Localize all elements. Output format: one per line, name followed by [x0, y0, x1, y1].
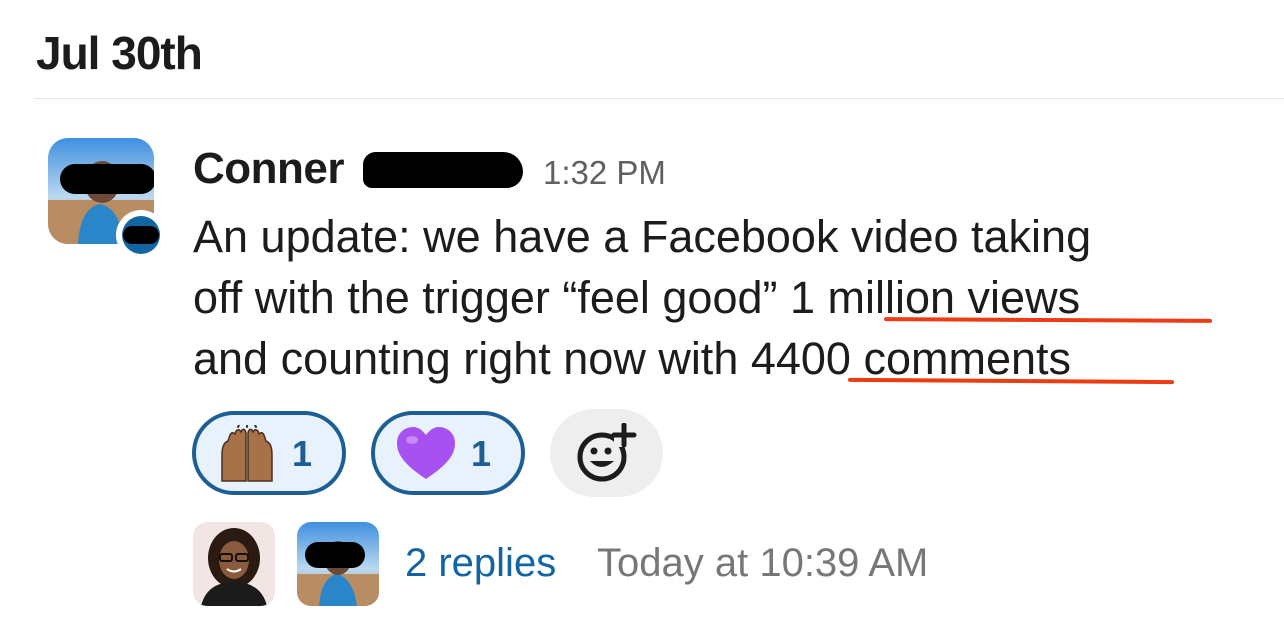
thread-last-reply-time: Today at 10:39 AM: [597, 541, 929, 585]
reaction-count: 1: [292, 433, 313, 474]
presence-dot: [122, 216, 160, 254]
reaction-count: 1: [471, 433, 492, 474]
date-divider-label[interactable]: Jul 30th: [36, 26, 203, 80]
raised-hands-icon: [221, 425, 273, 482]
add-reaction-button[interactable]: [550, 409, 663, 497]
message-view: Jul 30th Conner 1:32 PM An update: we ha…: [0, 0, 1284, 636]
thread-participant-avatar[interactable]: [297, 522, 379, 606]
thread-replies-link[interactable]: 2 replies: [405, 541, 556, 586]
message-line: An update: we have a Facebook video taki…: [193, 211, 1092, 262]
reaction-purple-heart[interactable]: 1: [371, 411, 525, 495]
purple-heart-icon: [397, 427, 455, 479]
add-reaction-icon: [577, 423, 637, 482]
presence-indicator: [116, 210, 166, 260]
message-text-segment: and counting right now with: [193, 333, 751, 384]
highlighted-comments-text: 4400 comments: [750, 333, 1072, 384]
thread-participant-avatar[interactable]: [193, 522, 275, 606]
message-text: An update: we have a Facebook video taki…: [193, 206, 1253, 389]
message-timestamp[interactable]: 1:32 PM: [543, 154, 666, 192]
date-divider-line: [34, 98, 1284, 99]
reaction-raised-hands[interactable]: 1: [192, 411, 346, 495]
highlighted-views-text: 1 million views: [790, 272, 1081, 323]
avatar: [297, 522, 379, 606]
redacted-name-mark: [363, 152, 523, 188]
avatar: [193, 522, 275, 606]
message-text-segment: off with the trigger “feel good”: [193, 272, 790, 323]
sender-name[interactable]: Conner: [193, 144, 345, 194]
